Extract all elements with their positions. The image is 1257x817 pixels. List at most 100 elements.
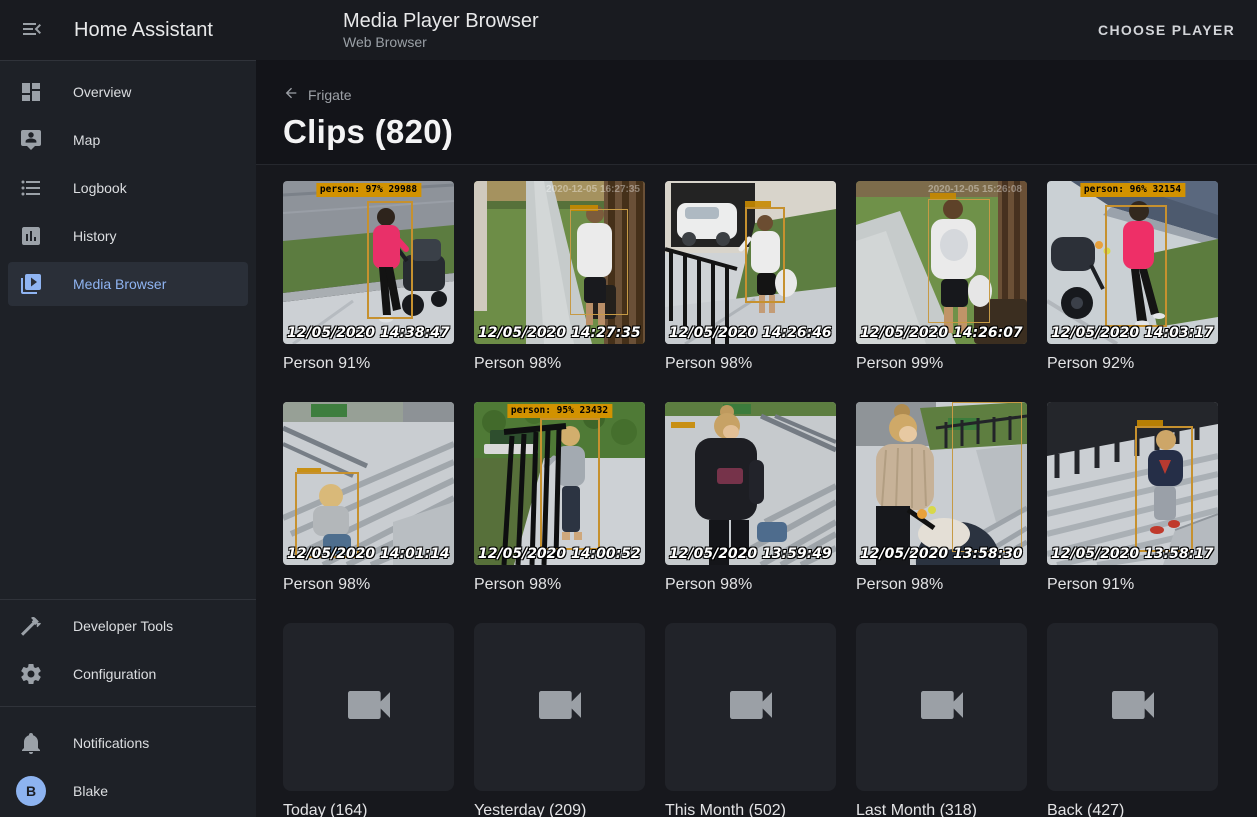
bell-icon bbox=[19, 731, 43, 755]
menu-open-icon bbox=[20, 17, 44, 44]
clip-caption: Person 99% bbox=[856, 354, 1027, 373]
page-header-title: Media Player Browser bbox=[343, 9, 539, 33]
timestamp-overlay: 12/05/2020 14:26:46 bbox=[669, 325, 832, 341]
video-icon bbox=[723, 677, 779, 738]
timestamp-overlay: 12/05/2020 13:59:49 bbox=[669, 546, 832, 562]
detection-bbox bbox=[928, 199, 990, 323]
detection-label: person: 95% 23432 bbox=[507, 404, 612, 418]
folder-card[interactable] bbox=[1047, 623, 1218, 791]
clip-item: person: 96% 32154 12/05/2020 14:03:17 Pe… bbox=[1047, 181, 1218, 402]
clip-thumbnail[interactable]: 12/05/2020 14:26:46 bbox=[665, 181, 836, 344]
detection-bbox bbox=[570, 209, 628, 315]
video-icon bbox=[1105, 677, 1161, 738]
breadcrumb-label: Frigate bbox=[308, 87, 352, 103]
timestamp-overlay: 12/05/2020 13:58:30 bbox=[860, 546, 1023, 562]
app-title: Home Assistant bbox=[74, 19, 213, 42]
sidebar-item-label: Configuration bbox=[73, 666, 156, 682]
sidebar-item-label: History bbox=[73, 228, 117, 244]
arrow-left-icon bbox=[283, 85, 299, 104]
sidebar-item-label: Developer Tools bbox=[73, 618, 173, 634]
camera-osd-overlay: 2020-12-05 15:26:08 bbox=[928, 184, 1022, 195]
detection-bbox bbox=[1105, 205, 1167, 327]
sidebar-footer: Notifications B Blake bbox=[0, 706, 256, 817]
format-list-bulleted-icon bbox=[19, 176, 43, 200]
timestamp-overlay: 12/05/2020 14:03:17 bbox=[1051, 325, 1214, 341]
clip-caption: Person 98% bbox=[665, 575, 836, 594]
app-bar-left: Home Assistant bbox=[0, 6, 256, 54]
sidebar-item-history[interactable]: History bbox=[8, 214, 248, 258]
play-box-multiple-icon bbox=[19, 272, 43, 296]
clip-item: 2020-12-05 15:26:08 12/05/2020 14:26:07 … bbox=[856, 181, 1027, 402]
main-area: Frigate Clips (820) bbox=[256, 60, 1257, 817]
timestamp-overlay: 12/05/2020 14:27:35 bbox=[478, 325, 641, 341]
clip-thumbnail[interactable]: 12/05/2020 13:58:30 bbox=[856, 402, 1027, 565]
sidebar-item-developer-tools[interactable]: Developer Tools bbox=[8, 602, 248, 650]
timestamp-overlay: 12/05/2020 14:38:47 bbox=[287, 325, 450, 341]
video-icon bbox=[341, 677, 397, 738]
folder-item: Back (427) bbox=[1047, 623, 1218, 817]
sidebar-item-media-browser[interactable]: Media Browser bbox=[8, 262, 248, 306]
detection-bbox bbox=[1135, 426, 1193, 552]
avatar: B bbox=[16, 776, 46, 806]
page-title: Clips (820) bbox=[283, 113, 1257, 151]
clip-thumbnail[interactable]: person: 95% 23432 12/05/2020 14:00:52 bbox=[474, 402, 645, 565]
sidebar-item-overview[interactable]: Overview bbox=[8, 70, 248, 114]
detection-label: person: 97% 29988 bbox=[316, 183, 421, 197]
camera-osd-overlay: 2020-12-05 16:27:35 bbox=[546, 184, 640, 195]
choose-player-button[interactable]: CHOOSE PLAYER bbox=[1098, 22, 1235, 38]
folder-caption: Back (427) bbox=[1047, 801, 1218, 817]
sidebar-toggle-button[interactable] bbox=[8, 6, 56, 54]
sidebar-item-label: Map bbox=[73, 132, 100, 148]
clip-caption: Person 91% bbox=[1047, 575, 1218, 594]
clip-caption: Person 98% bbox=[856, 575, 1027, 594]
clip-item: 12/05/2020 13:59:49 Person 98% bbox=[665, 402, 836, 623]
timestamp-overlay: 12/05/2020 14:26:07 bbox=[860, 325, 1023, 341]
sidebar: Overview Map Logbook History Media Brows… bbox=[0, 60, 256, 817]
folder-card[interactable] bbox=[474, 623, 645, 791]
sidebar-nav: Overview Map Logbook History Media Brows… bbox=[0, 61, 256, 310]
folder-item: Last Month (318) bbox=[856, 623, 1027, 817]
clips-grid: person: 97% 29988 12/05/2020 14:38:47 Pe… bbox=[283, 181, 1257, 817]
folder-item: Today (164) bbox=[283, 623, 454, 817]
detection-bbox bbox=[745, 207, 785, 303]
folder-caption: Yesterday (209) bbox=[474, 801, 645, 817]
clip-caption: Person 98% bbox=[665, 354, 836, 373]
timestamp-overlay: 12/05/2020 14:00:52 bbox=[478, 546, 641, 562]
folder-caption: Last Month (318) bbox=[856, 801, 1027, 817]
sidebar-item-map[interactable]: Map bbox=[8, 118, 248, 162]
clip-thumbnail[interactable]: 2020-12-05 15:26:08 12/05/2020 14:26:07 bbox=[856, 181, 1027, 344]
gear-icon bbox=[19, 662, 43, 686]
sidebar-item-logbook[interactable]: Logbook bbox=[8, 166, 248, 210]
clip-caption: Person 92% bbox=[1047, 354, 1218, 373]
tooltip-account-icon bbox=[19, 128, 43, 152]
timestamp-overlay: 12/05/2020 13:58:17 bbox=[1051, 546, 1214, 562]
breadcrumb[interactable]: Frigate bbox=[283, 85, 352, 104]
clip-item: person: 97% 29988 12/05/2020 14:38:47 Pe… bbox=[283, 181, 454, 402]
clip-thumbnail[interactable]: 12/05/2020 13:58:17 bbox=[1047, 402, 1218, 565]
clip-thumbnail[interactable]: 12/05/2020 14:01:14 bbox=[283, 402, 454, 565]
folder-caption: This Month (502) bbox=[665, 801, 836, 817]
sidebar-item-configuration[interactable]: Configuration bbox=[8, 650, 248, 698]
hammer-icon bbox=[19, 614, 43, 638]
sidebar-item-label: Media Browser bbox=[73, 276, 166, 292]
folder-caption: Today (164) bbox=[283, 801, 454, 817]
chart-box-icon bbox=[19, 224, 43, 248]
view-dashboard-icon bbox=[19, 80, 43, 104]
clip-thumbnail[interactable]: person: 97% 29988 12/05/2020 14:38:47 bbox=[283, 181, 454, 344]
media-browser-content: person: 97% 29988 12/05/2020 14:38:47 Pe… bbox=[256, 165, 1257, 817]
clip-item: 12/05/2020 13:58:17 Person 91% bbox=[1047, 402, 1218, 623]
folder-card[interactable] bbox=[856, 623, 1027, 791]
folder-card[interactable] bbox=[283, 623, 454, 791]
clip-thumbnail[interactable]: 12/05/2020 13:59:49 bbox=[665, 402, 836, 565]
clip-item: 12/05/2020 14:01:14 Person 98% bbox=[283, 402, 454, 623]
sidebar-item-notifications[interactable]: Notifications bbox=[8, 719, 248, 767]
clip-thumbnail-image bbox=[665, 402, 836, 565]
folder-card[interactable] bbox=[665, 623, 836, 791]
sidebar-item-label: Overview bbox=[73, 84, 131, 100]
sidebar-item-label: Logbook bbox=[73, 180, 127, 196]
clip-item: person: 95% 23432 12/05/2020 14:00:52 Pe… bbox=[474, 402, 645, 623]
clip-thumbnail[interactable]: 2020-12-05 16:27:35 12/05/2020 14:27:35 bbox=[474, 181, 645, 344]
sidebar-item-profile[interactable]: B Blake bbox=[8, 767, 248, 815]
clip-thumbnail[interactable]: person: 96% 32154 12/05/2020 14:03:17 bbox=[1047, 181, 1218, 344]
clip-caption: Person 91% bbox=[283, 354, 454, 373]
